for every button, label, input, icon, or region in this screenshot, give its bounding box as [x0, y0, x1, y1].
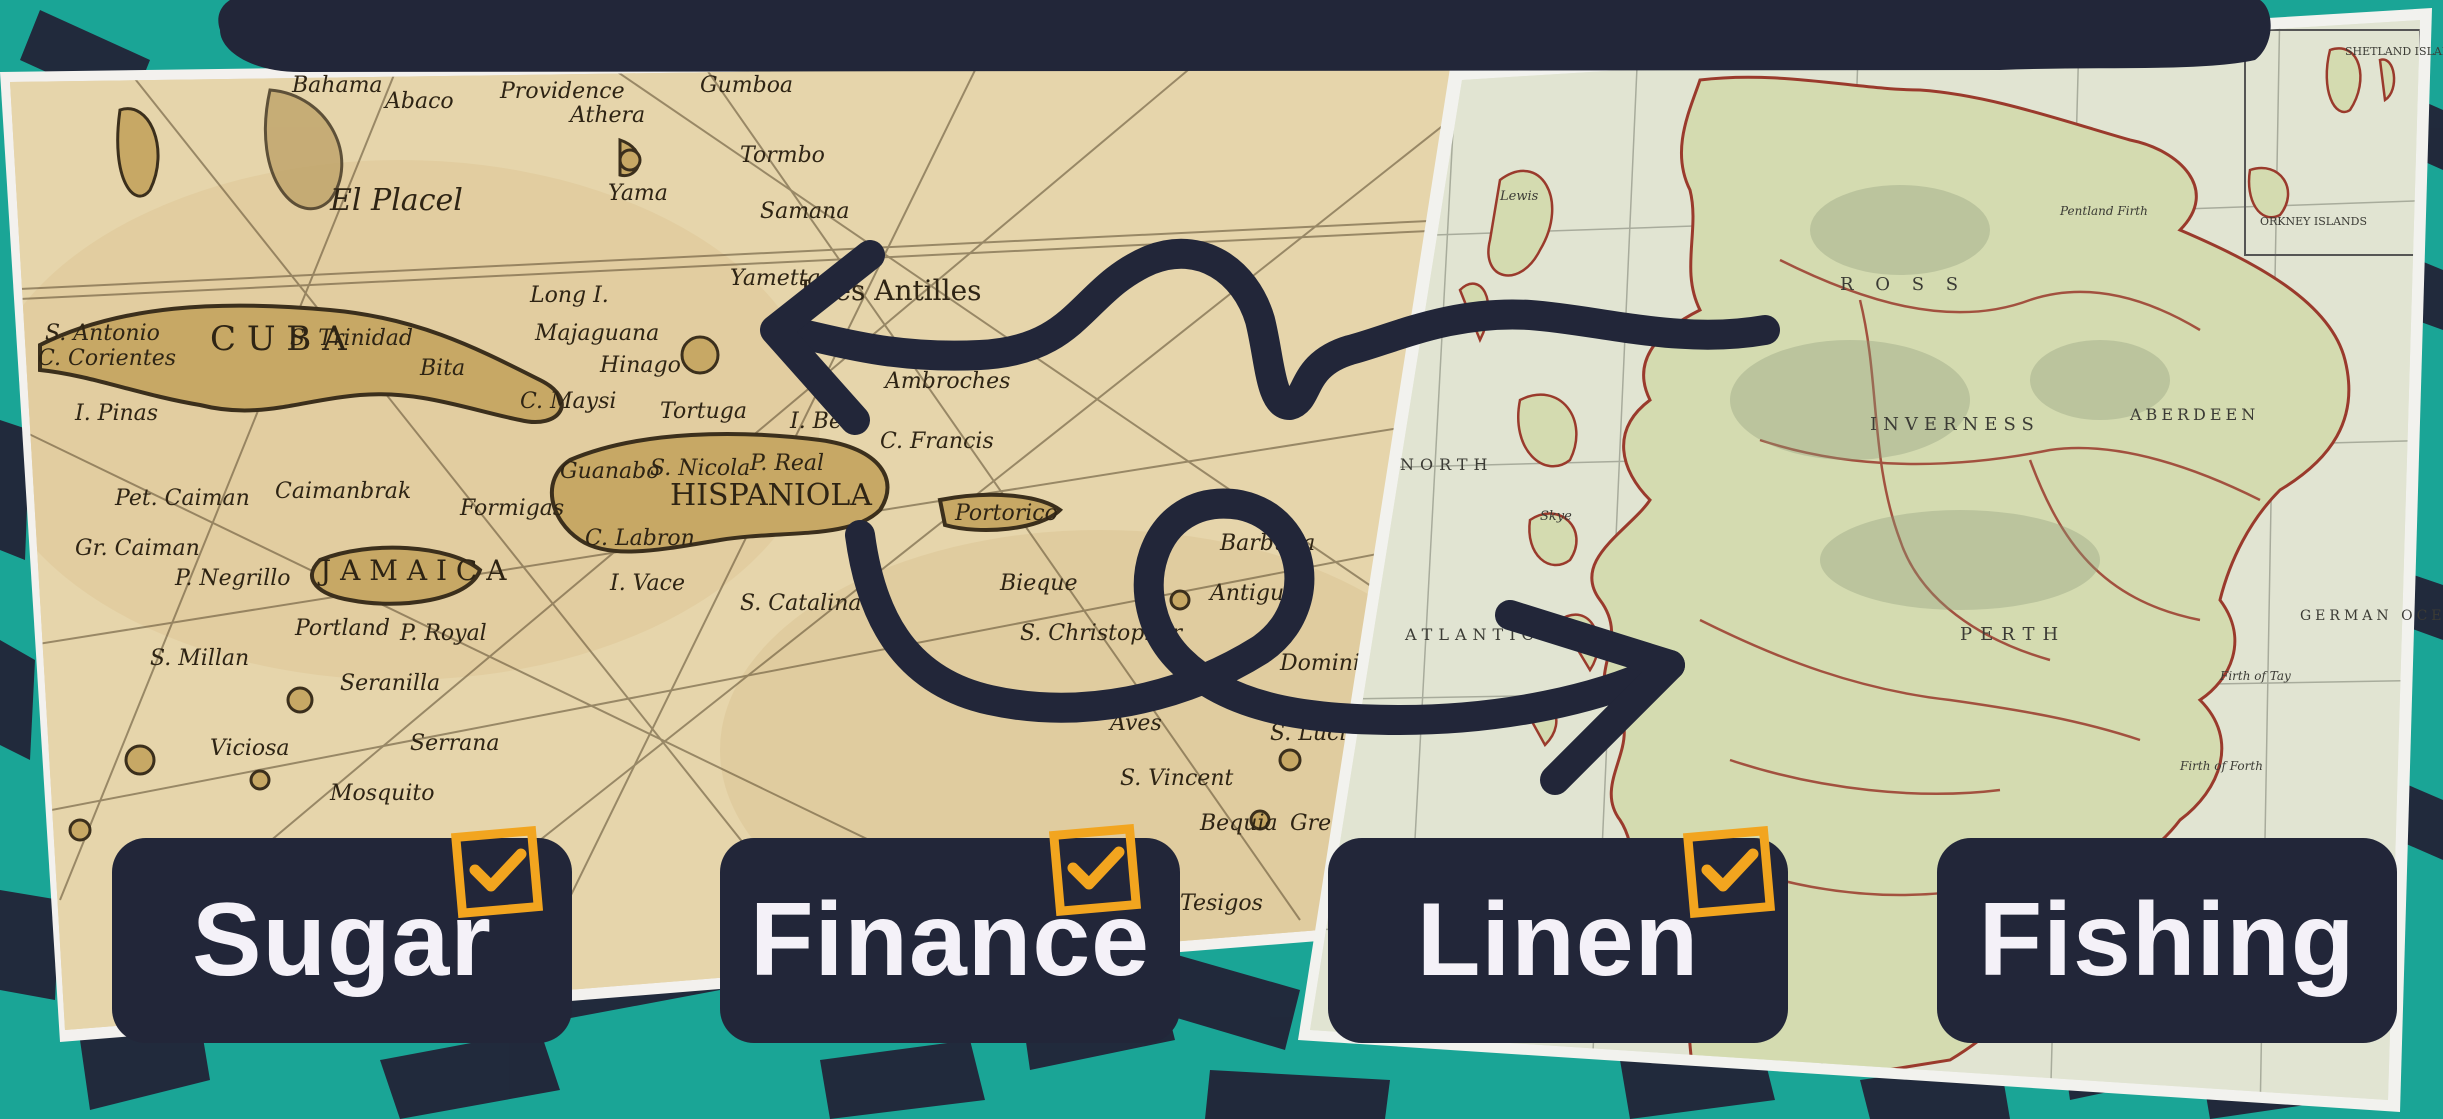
- label-text: Linen: [1416, 882, 1700, 998]
- checkbox-check-icon: [1683, 826, 1775, 918]
- collage-stage: Bahama Abaco Providence Gumboa Athera Ya…: [0, 0, 2443, 1119]
- label-card-fishing: Fishing: [1937, 838, 2397, 1043]
- wavy-arrow-left-icon: [765, 238, 1780, 420]
- checkbox-check-icon: [451, 826, 543, 918]
- label-text: Sugar: [192, 882, 492, 998]
- checkbox-check-icon: [1049, 824, 1141, 916]
- label-text: Fishing: [1978, 882, 2356, 998]
